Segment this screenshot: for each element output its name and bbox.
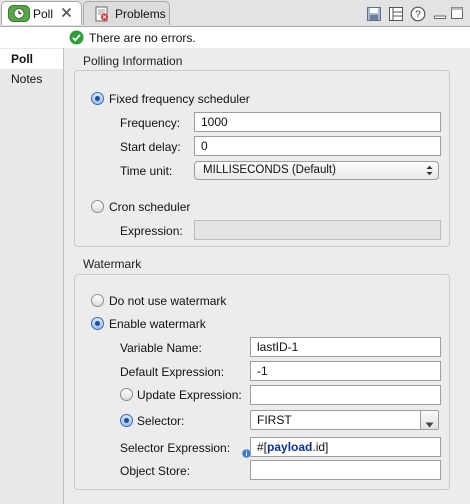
start-delay-input[interactable]: 0 [194,136,441,156]
minimize-icon[interactable] [433,6,449,22]
time-unit-select[interactable]: MILLISECONDS (Default) [194,161,439,180]
tab-poll[interactable]: Poll [1,1,82,25]
expr-keyword: payload [267,440,313,454]
nav-item-poll[interactable]: Poll [0,49,63,69]
svg-text:?: ? [415,10,421,21]
expression-label: Expression: [120,224,183,238]
time-unit-value: MILLISECONDS (Default) [203,164,336,176]
editor-tab-bar: Poll Problems ? [0,0,470,27]
problems-icon [94,6,110,22]
selector-radio[interactable] [120,414,133,427]
cron-expression-input[interactable] [194,220,441,240]
help-icon[interactable]: ? [410,6,426,22]
status-message: There are no errors. [89,31,196,45]
default-expression-label: Default Expression: [120,365,225,379]
selector-value: FIRST [257,413,292,427]
selector-combo[interactable]: FIRST [250,410,439,430]
nav-label: Notes [11,72,43,86]
enable-watermark-radio[interactable] [91,317,104,330]
variable-name-input[interactable]: lastID-1 [250,337,441,357]
time-unit-label: Time unit: [120,164,173,178]
dropdown-button[interactable] [420,411,438,429]
watermark-section-title: Watermark [83,257,142,271]
object-store-input[interactable] [250,460,441,480]
tab-label: Problems [115,7,166,21]
update-expression-radio[interactable] [120,388,133,401]
enable-watermark-label[interactable]: Enable watermark [109,317,206,331]
frequency-input[interactable]: 1000 [194,112,441,132]
tab-label: Poll [33,7,54,21]
layout-icon[interactable] [388,6,404,22]
cron-scheduler-radio[interactable] [91,200,104,213]
status-bar: There are no errors. [0,27,470,49]
fixed-frequency-radio[interactable] [91,92,104,105]
selector-label[interactable]: Selector: [137,414,184,428]
frequency-label: Frequency: [120,116,181,130]
variable-name-label: Variable Name: [120,341,202,355]
fixed-frequency-label[interactable]: Fixed frequency scheduler [109,92,250,106]
close-tab-icon[interactable] [61,7,72,18]
selector-expression-label: Selector Expression: [120,441,231,455]
updown-arrows-icon [426,165,433,176]
nav-item-notes[interactable]: Notes [0,69,63,89]
expr-prefix: #[ [257,440,268,454]
cron-scheduler-label[interactable]: Cron scheduler [109,200,190,214]
nav-label: Poll [11,52,34,66]
chevron-down-icon [425,417,434,428]
object-store-label: Object Store: [120,464,191,478]
update-expression-label[interactable]: Update Expression: [137,388,242,402]
check-circle-icon [69,30,84,45]
no-watermark-radio[interactable] [91,294,104,307]
start-delay-label: Start delay: [120,140,181,154]
left-nav: Poll Notes [0,48,64,504]
default-expression-input[interactable]: -1 [250,361,441,381]
no-watermark-label[interactable]: Do not use watermark [109,294,226,308]
save-icon[interactable] [366,6,382,22]
update-expression-input[interactable] [250,385,441,405]
tab-problems[interactable]: Problems [83,1,170,25]
selector-expression-input[interactable]: #[payload.id] [250,437,441,457]
maximize-icon[interactable] [450,6,466,22]
poll-clock-icon [8,5,30,22]
expr-suffix: .id] [312,440,329,454]
polling-section-title: Polling Information [83,54,183,68]
